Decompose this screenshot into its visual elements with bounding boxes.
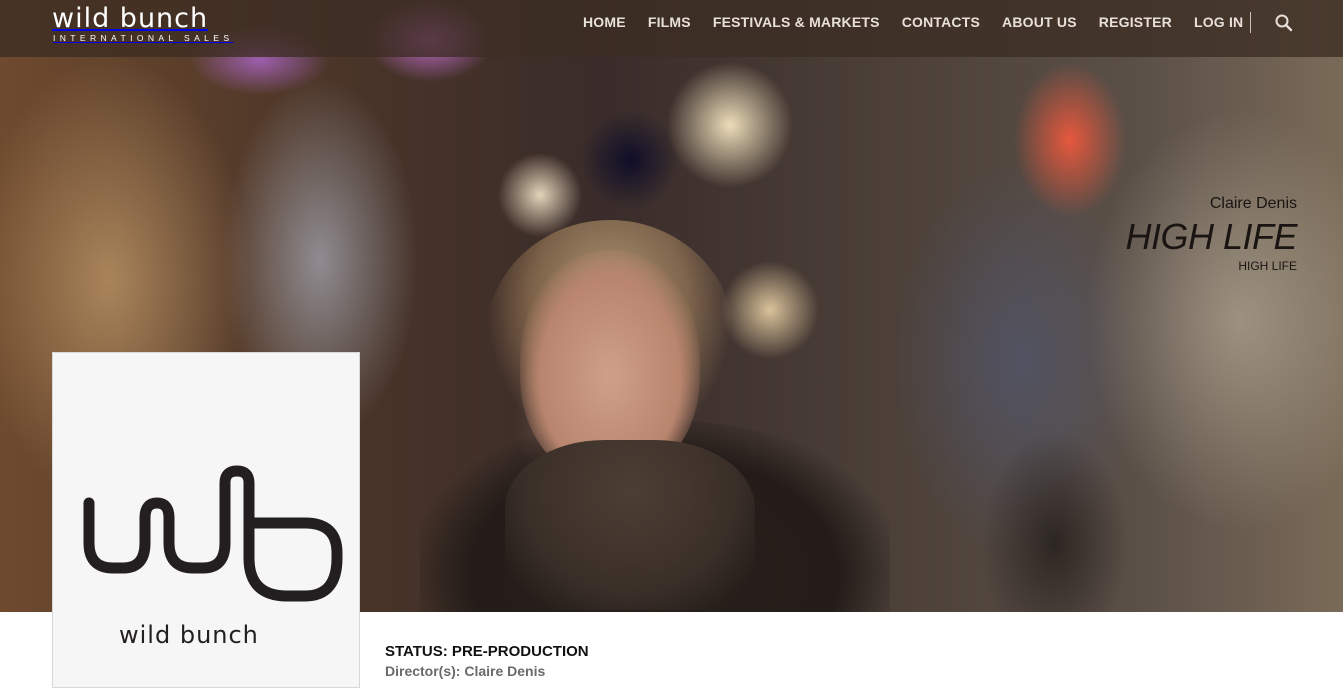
film-status: STATUS: PRE-PRODUCTION — [385, 643, 589, 660]
search-button[interactable] — [1273, 12, 1295, 34]
site-logo[interactable]: wild bunch INTERNATIONAL SALES — [52, 3, 252, 43]
nav-festivals-markets[interactable]: FESTIVALS & MARKETS — [713, 14, 880, 30]
director-name: Claire Denis — [1209, 195, 1297, 212]
logo-subtitle: INTERNATIONAL SALES — [53, 33, 234, 43]
hero-scarf — [505, 440, 755, 610]
film-info: STATUS: PRE-PRODUCTION Director(s): Clai… — [385, 643, 589, 680]
main-nav: HOME FILMS FESTIVALS & MARKETS CONTACTS … — [572, 0, 1254, 44]
film-directors: Director(s): Claire Denis — [385, 663, 546, 679]
nav-home[interactable]: HOME — [583, 14, 626, 30]
nav-log-in[interactable]: LOG IN — [1194, 14, 1243, 30]
film-header: Claire Denis HIGH LIFE HIGH LIFE — [1125, 194, 1297, 274]
nav-contacts[interactable]: CONTACTS — [902, 14, 980, 30]
wb-monogram-logo — [83, 465, 343, 602]
film-poster[interactable]: wild bunch — [52, 352, 360, 688]
top-navigation-bar: wild bunch INTERNATIONAL SALES HOME FILM… — [0, 0, 1343, 57]
nav-register[interactable]: REGISTER — [1099, 14, 1172, 30]
background-figure — [980, 430, 1130, 612]
film-title: HIGH LIFE — [1125, 216, 1297, 257]
film-subtitle: HIGH LIFE — [1238, 259, 1297, 273]
nav-about-us[interactable]: ABOUT US — [1002, 14, 1077, 30]
search-icon — [1275, 14, 1293, 32]
nav-divider — [1250, 12, 1251, 33]
poster-wordmark: wild bunch — [119, 621, 259, 649]
nav-films[interactable]: FILMS — [648, 14, 691, 30]
logo-wordmark: wild bunch — [52, 3, 209, 34]
